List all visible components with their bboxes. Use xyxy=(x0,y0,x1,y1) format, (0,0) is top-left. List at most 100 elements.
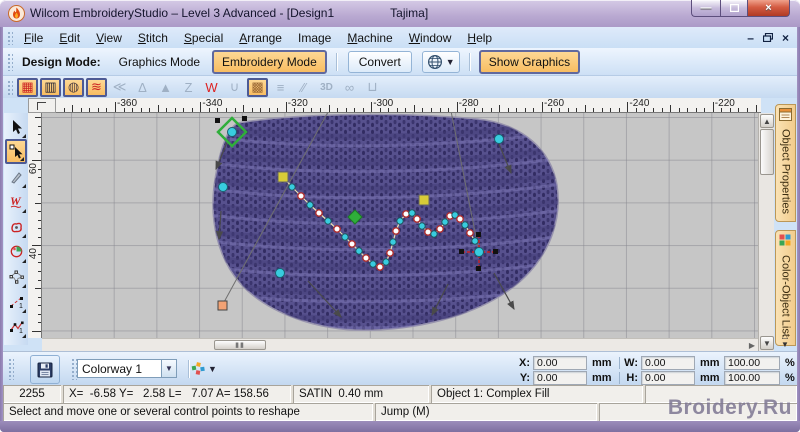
colorway-select[interactable]: Colorway 1 ▼ xyxy=(77,359,177,378)
tab-scroll-arrows[interactable]: △ ▼ xyxy=(777,331,793,349)
stitch-node[interactable] xyxy=(436,225,444,233)
closed-shape-tool[interactable] xyxy=(5,214,27,239)
menu-image[interactable]: Image xyxy=(290,29,339,47)
stitch-node[interactable] xyxy=(306,201,314,209)
hoop-globe-button[interactable]: ▼ xyxy=(421,50,460,73)
stitch-node[interactable] xyxy=(382,258,390,266)
polygon-tool[interactable] xyxy=(5,264,27,289)
applique-tool[interactable] xyxy=(5,239,27,264)
lettering-tool[interactable]: W xyxy=(5,189,27,214)
visualize-icon[interactable]: ∞ xyxy=(339,78,360,97)
minimize-button[interactable]: — xyxy=(691,0,720,17)
stitch-node[interactable] xyxy=(376,263,384,271)
stitch-node[interactable] xyxy=(355,247,363,255)
scroll-down-button[interactable]: ▼ xyxy=(760,336,774,350)
stitch-node[interactable] xyxy=(389,238,397,246)
menu-stitch[interactable]: Stitch xyxy=(130,29,176,47)
parallel-lines-icon[interactable]: ≡ xyxy=(270,78,291,97)
ruler-origin-box[interactable] xyxy=(28,98,56,113)
stitch-node[interactable] xyxy=(418,222,426,230)
reshape-tool[interactable] xyxy=(5,139,27,164)
y-field[interactable]: 0.00 xyxy=(533,371,587,385)
stitch-node[interactable] xyxy=(348,240,356,248)
chevron-down-icon[interactable]: ▼ xyxy=(161,360,176,377)
fill-crosshatch-icon[interactable]: ▦ xyxy=(17,77,38,97)
toolbar-grip[interactable] xyxy=(70,356,77,381)
basket-weave-icon[interactable]: ⊔ xyxy=(362,78,383,97)
motif-fill-icon[interactable]: ◍ xyxy=(63,77,84,97)
flexi-split-icon[interactable]: Z xyxy=(178,78,199,97)
h-field[interactable]: 0.00 xyxy=(641,371,695,385)
stitch-node[interactable] xyxy=(362,254,370,262)
save-button[interactable] xyxy=(30,355,60,384)
penline-tool[interactable]: 1 xyxy=(5,289,27,314)
stitch-node[interactable] xyxy=(315,209,323,217)
stitch-node[interactable] xyxy=(402,210,410,218)
toolbar-grip[interactable] xyxy=(6,30,13,45)
tab-color-object-list[interactable]: Color-Object List xyxy=(775,230,796,346)
stitch-node[interactable] xyxy=(413,215,421,223)
maximize-button[interactable] xyxy=(720,0,747,17)
horizontal-scroll-thumb[interactable]: ▮▮ xyxy=(214,340,266,350)
stitch-node[interactable] xyxy=(461,221,469,229)
toolbar-grip[interactable] xyxy=(6,52,13,71)
menu-arrange[interactable]: Arrange xyxy=(231,29,290,47)
menu-edit[interactable]: Edit xyxy=(51,29,88,47)
mdi-close-button[interactable]: × xyxy=(782,32,789,44)
fusion-fill-icon[interactable]: ∆ xyxy=(132,78,153,97)
menu-view[interactable]: View xyxy=(88,29,130,47)
design-canvas[interactable] xyxy=(42,113,758,338)
toolbar-grip[interactable] xyxy=(6,79,13,95)
scroll-right-button[interactable]: ▶ xyxy=(749,341,755,350)
stitch-effect-icon[interactable]: W xyxy=(201,78,222,97)
convert-button[interactable]: Convert xyxy=(347,50,412,73)
zigzag-fill-icon[interactable]: ≋ xyxy=(86,77,107,97)
stitch-node[interactable] xyxy=(297,192,305,200)
embroidery-mode-button[interactable]: Embroidery Mode xyxy=(212,49,327,74)
stitch-node[interactable] xyxy=(424,228,432,236)
tab-object-properties[interactable]: Object Properties xyxy=(775,104,796,222)
mdi-restore-button[interactable] xyxy=(762,32,774,43)
stitch-node[interactable] xyxy=(392,227,400,235)
stitch-node[interactable] xyxy=(333,225,341,233)
close-button[interactable]: × xyxy=(747,0,790,17)
stitch-node[interactable] xyxy=(341,233,349,241)
stitch-node[interactable] xyxy=(396,217,404,225)
menu-machine[interactable]: Machine xyxy=(339,29,400,47)
menu-window[interactable]: Window xyxy=(401,29,460,47)
horizontal-scrollbar[interactable]: ▮▮ ▶ xyxy=(42,338,758,351)
contour-stitch-icon[interactable]: ≪ xyxy=(109,78,130,97)
knife-tool[interactable] xyxy=(5,164,27,189)
menu-help[interactable]: Help xyxy=(459,29,500,47)
x-field[interactable]: 0.00 xyxy=(533,356,587,370)
stitch-node[interactable] xyxy=(369,260,377,268)
stitch-node[interactable] xyxy=(471,237,479,245)
scroll-up-button[interactable]: ▲ xyxy=(760,114,774,128)
stitch-node[interactable] xyxy=(430,230,438,238)
menu-special[interactable]: Special xyxy=(176,29,231,47)
scale-w-field[interactable]: 100.00 xyxy=(724,356,780,370)
embroidery-object[interactable] xyxy=(202,113,577,332)
select-tool[interactable] xyxy=(5,114,27,139)
stitch-node[interactable] xyxy=(408,209,416,217)
vertical-scrollbar[interactable]: ▲ ▼ xyxy=(758,113,774,351)
stitch-node[interactable] xyxy=(288,183,296,191)
hatch-pen-icon[interactable]: ∕∕ xyxy=(293,78,314,97)
title-bar[interactable]: Wilcom EmbroideryStudio – Level 3 Advanc… xyxy=(0,0,800,27)
stitch-node[interactable] xyxy=(324,217,332,225)
column-stitch-icon[interactable]: ∪ xyxy=(224,78,245,97)
stitch-node[interactable] xyxy=(441,218,449,226)
toolbar-grip[interactable] xyxy=(7,356,14,381)
pattern-fill-icon[interactable]: ▩ xyxy=(247,77,268,97)
stitch-node[interactable] xyxy=(386,249,394,257)
stitch-node[interactable] xyxy=(466,229,474,237)
menu-file[interactable]: File xyxy=(16,29,51,47)
tatami-fill-icon[interactable]: ▥ xyxy=(40,77,61,97)
3d-warp-icon[interactable]: 3D xyxy=(316,78,337,97)
polyline-tool[interactable]: 1 xyxy=(5,314,27,339)
gradient-fill-icon[interactable]: ▲ xyxy=(155,78,176,97)
stitch-node[interactable] xyxy=(456,215,464,223)
graphics-mode-button[interactable]: Graphics Mode xyxy=(111,52,208,72)
show-graphics-button[interactable]: Show Graphics xyxy=(478,49,581,74)
mdi-minimize-button[interactable]: – xyxy=(747,32,754,44)
